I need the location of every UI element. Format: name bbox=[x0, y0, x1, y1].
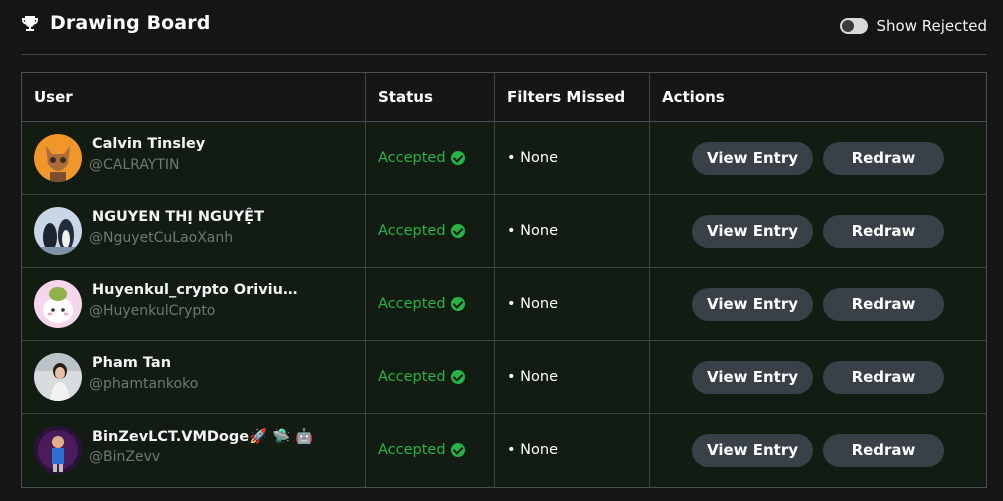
entries-table: User Status Filters Missed Actions Calvi… bbox=[21, 72, 987, 488]
redraw-button[interactable]: Redraw bbox=[823, 288, 944, 321]
header-divider bbox=[21, 54, 987, 55]
show-rejected-toggle[interactable] bbox=[839, 18, 868, 34]
trophy-icon bbox=[22, 16, 38, 31]
status-text: Accepted bbox=[378, 442, 446, 458]
avatar bbox=[34, 426, 82, 474]
status-badge: Accepted bbox=[378, 442, 465, 458]
user-name: Huyenkul_crypto Oriviu… bbox=[92, 282, 298, 298]
status-badge: Accepted bbox=[378, 150, 465, 166]
check-circle-icon bbox=[450, 224, 465, 238]
user-name: Pham Tan bbox=[92, 355, 172, 371]
view-entry-button[interactable]: View Entry bbox=[692, 434, 813, 467]
table-row: NGUYEN THỊ NGUYỆT @NguyetCuLaoXanh Accep… bbox=[22, 195, 986, 268]
user-name: NGUYEN THỊ NGUYỆT bbox=[92, 209, 264, 225]
status-badge: Accepted bbox=[378, 223, 465, 239]
avatar bbox=[34, 207, 82, 255]
view-entry-button[interactable]: View Entry bbox=[692, 215, 813, 248]
avatar bbox=[34, 134, 82, 182]
column-header-status: Status bbox=[378, 88, 433, 106]
column-header-actions: Actions bbox=[662, 88, 725, 106]
status-text: Accepted bbox=[378, 369, 446, 385]
filters-missed-value: • None bbox=[507, 150, 558, 166]
status-badge: Accepted bbox=[378, 369, 465, 385]
redraw-button[interactable]: Redraw bbox=[823, 361, 944, 394]
avatar bbox=[34, 353, 82, 401]
redraw-button[interactable]: Redraw bbox=[823, 142, 944, 175]
user-name: Calvin Tinsley bbox=[92, 136, 206, 152]
view-entry-button[interactable]: View Entry bbox=[692, 288, 813, 321]
table-row: Calvin Tinsley @CALRAYTIN Accepted • Non… bbox=[22, 122, 986, 195]
status-text: Accepted bbox=[378, 296, 446, 312]
column-header-filters-missed: Filters Missed bbox=[507, 88, 626, 106]
filters-missed-value: • None bbox=[507, 296, 558, 312]
user-handle: @NguyetCuLaoXanh bbox=[89, 230, 234, 246]
user-handle: @CALRAYTIN bbox=[89, 157, 180, 173]
column-header-user: User bbox=[34, 88, 73, 106]
filters-missed-value: • None bbox=[507, 442, 558, 458]
table-row: BinZevLCT.VMDoge🚀 🛸 🤖 @BinZevv Accepted … bbox=[22, 414, 986, 487]
page-title: Drawing Board bbox=[50, 12, 211, 34]
user-handle: @HuyenkulCrypto bbox=[89, 303, 216, 319]
check-circle-icon bbox=[450, 443, 465, 457]
user-name: BinZevLCT.VMDoge🚀 🛸 🤖 bbox=[92, 429, 314, 445]
table-row: Huyenkul_crypto Oriviu… @HuyenkulCrypto … bbox=[22, 268, 986, 341]
view-entry-button[interactable]: View Entry bbox=[692, 142, 813, 175]
check-circle-icon bbox=[450, 151, 465, 165]
check-circle-icon bbox=[450, 297, 465, 311]
filters-missed-value: • None bbox=[507, 223, 558, 239]
show-rejected-toggle-group[interactable]: Show Rejected bbox=[839, 16, 988, 36]
user-handle: @BinZevv bbox=[89, 449, 161, 465]
status-badge: Accepted bbox=[378, 296, 465, 312]
avatar bbox=[34, 280, 82, 328]
toggle-knob bbox=[841, 20, 854, 32]
filters-missed-value: • None bbox=[507, 369, 558, 385]
show-rejected-label[interactable]: Show Rejected bbox=[877, 17, 988, 35]
page-header: Drawing Board Show Rejected bbox=[0, 0, 1003, 54]
check-circle-icon bbox=[450, 370, 465, 384]
table-header: User Status Filters Missed Actions bbox=[22, 73, 986, 122]
table-row: Pham Tan @phamtankoko Accepted • None Vi… bbox=[22, 341, 986, 414]
status-text: Accepted bbox=[378, 223, 446, 239]
redraw-button[interactable]: Redraw bbox=[823, 434, 944, 467]
redraw-button[interactable]: Redraw bbox=[823, 215, 944, 248]
user-handle: @phamtankoko bbox=[89, 376, 199, 392]
view-entry-button[interactable]: View Entry bbox=[692, 361, 813, 394]
status-text: Accepted bbox=[378, 150, 446, 166]
